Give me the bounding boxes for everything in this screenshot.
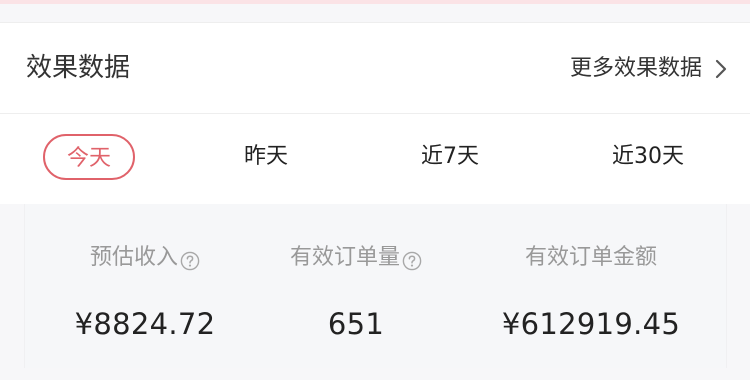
help-icon[interactable] [180, 251, 200, 271]
section-title: 效果数据 [26, 53, 131, 83]
tab-yesterday[interactable]: 昨天 [221, 134, 311, 180]
chevron-right-icon [715, 59, 727, 79]
effect-data-header: 效果数据 更多效果数据 [0, 22, 750, 114]
tab-last-7-days[interactable]: 近7天 [400, 134, 500, 180]
top-accent-strip [0, 0, 750, 4]
stat-value: ¥8824.72 [74, 307, 216, 341]
stat-label: 有效订单金额 [524, 245, 657, 270]
tab-today[interactable]: 今天 [43, 134, 135, 180]
help-icon[interactable] [402, 251, 422, 271]
date-range-tabs: 今天 昨天 近7天 近30天 [0, 114, 750, 204]
more-effect-data-link[interactable]: 更多效果数据 [570, 54, 728, 84]
stat-label: 有效订单量 [289, 245, 400, 270]
stat-value: ¥612919.45 [501, 307, 681, 341]
stat-value: 651 [327, 307, 385, 341]
stats-panel: 预估收入 ¥8824.72 有效订单量 651 有效订单金额 ¥612919.4… [24, 204, 727, 368]
stat-valid-order-count: 有效订单量 651 [256, 204, 456, 368]
more-effect-data-label: 更多效果数据 [569, 56, 702, 81]
stat-valid-order-amount: 有效订单金额 ¥612919.45 [471, 204, 711, 368]
tab-last-30-days[interactable]: 近30天 [588, 134, 708, 180]
stat-label: 预估收入 [89, 245, 178, 270]
stat-estimated-income: 预估收入 ¥8824.72 [45, 204, 245, 368]
